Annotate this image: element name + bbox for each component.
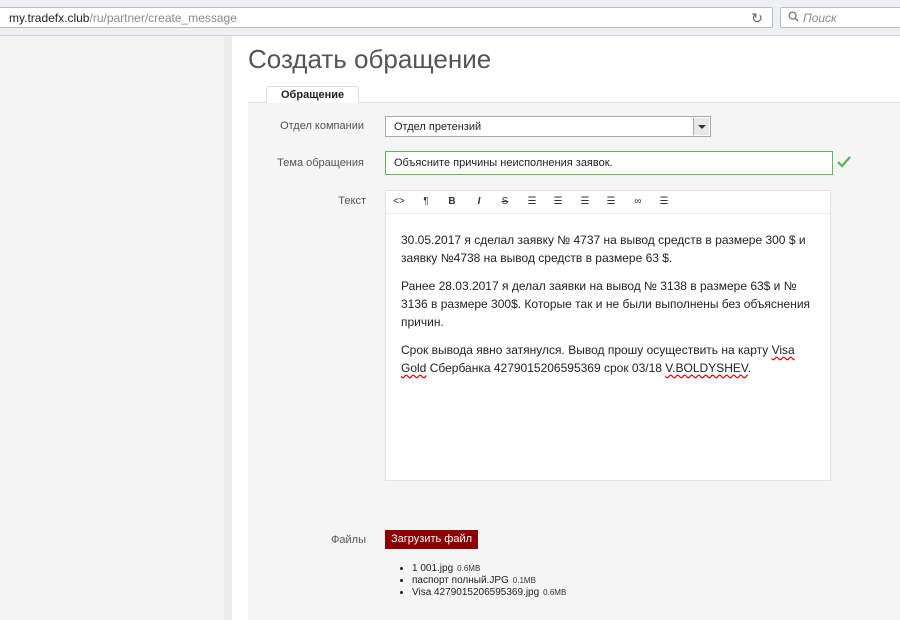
reload-icon[interactable]: ↻ xyxy=(748,9,766,27)
editor-paragraph: Срок вывода явно затянулся. Вывод прошу … xyxy=(401,341,821,377)
editor-paragraph: Ранее 28.03.2017 я делал заявки на вывод… xyxy=(401,279,811,329)
code-icon[interactable]: <> xyxy=(391,195,407,209)
file-item[interactable]: Visa 4279015206595369.jpg0.6MB xyxy=(412,587,566,599)
text-label: Текст xyxy=(338,195,366,207)
sidebar-edge xyxy=(224,36,232,620)
strikethrough-icon[interactable]: S xyxy=(497,195,513,209)
subject-input[interactable] xyxy=(385,151,833,175)
editor-toolbar: <> ¶ B I S ☰ ☰ ☰ ☰ ∞ ☰ xyxy=(386,191,830,214)
align-icon[interactable]: ☰ xyxy=(656,195,672,209)
editor-paragraph: 30.05.2017 я сделал заявку № 4737 на выв… xyxy=(401,233,806,265)
chevron-down-icon[interactable] xyxy=(693,118,709,135)
file-size: 0.1MB xyxy=(512,576,536,585)
browser-search-input[interactable]: Поиск xyxy=(780,7,900,28)
search-icon xyxy=(788,11,799,22)
spellcheck-word: V.BOLDYSHEV xyxy=(665,361,748,375)
file-name: 1 001.jpg xyxy=(412,563,454,574)
address-bar[interactable]: my.tradefx.club/ru/partner/create_messag… xyxy=(0,7,773,28)
department-select[interactable]: Отдел претензий xyxy=(385,116,711,137)
file-name: Visa 4279015206595369.jpg xyxy=(412,587,540,598)
paragraph-icon[interactable]: ¶ xyxy=(418,195,434,209)
subject-label: Тема обращения xyxy=(277,157,364,169)
italic-icon[interactable]: I xyxy=(471,195,487,209)
browser-toolbar: my.tradefx.club/ru/partner/create_messag… xyxy=(0,0,900,36)
check-icon xyxy=(837,156,851,168)
url-text: my.tradefx.club/ru/partner/create_messag… xyxy=(9,11,237,25)
outdent-icon[interactable]: ☰ xyxy=(577,195,593,209)
upload-file-button[interactable]: Загрузить файл xyxy=(385,530,479,549)
editor-content[interactable]: 30.05.2017 я сделал заявку № 4737 на выв… xyxy=(401,231,821,387)
rich-text-editor[interactable]: <> ¶ B I S ☰ ☰ ☰ ☰ ∞ ☰ 30.05.2017 я сдел… xyxy=(385,190,831,481)
page-title: Создать обращение xyxy=(248,44,492,74)
file-size: 0.6MB xyxy=(543,588,567,597)
file-size: 0.6MB xyxy=(457,564,481,573)
file-list: 1 001.jpg0.6MB паспорт полный.JPG0.1MB V… xyxy=(402,563,566,599)
tab-request[interactable]: Обращение xyxy=(266,86,360,103)
files-label: Файлы xyxy=(331,534,366,546)
indent-icon[interactable]: ☰ xyxy=(603,195,619,209)
file-name: паспорт полный.JPG xyxy=(412,575,509,586)
bullet-list-icon[interactable]: ☰ xyxy=(524,195,540,209)
search-placeholder: Поиск xyxy=(803,11,837,25)
editor-text: . xyxy=(747,361,752,375)
link-icon[interactable]: ∞ xyxy=(630,195,646,209)
department-select-value: Отдел претензий xyxy=(394,121,482,133)
numbered-list-icon[interactable]: ☰ xyxy=(550,195,566,209)
editor-text: Сбербанка 4279015206595369 срок 03/18 xyxy=(426,361,666,375)
file-item[interactable]: 1 001.jpg0.6MB xyxy=(412,563,566,575)
file-item[interactable]: паспорт полный.JPG0.1MB xyxy=(412,575,566,587)
left-sidebar xyxy=(0,36,225,620)
department-label: Отдел компании xyxy=(280,120,364,132)
editor-text: Срок вывода явно затянулся. Вывод прошу … xyxy=(401,343,772,357)
bold-icon[interactable]: B xyxy=(444,195,460,209)
